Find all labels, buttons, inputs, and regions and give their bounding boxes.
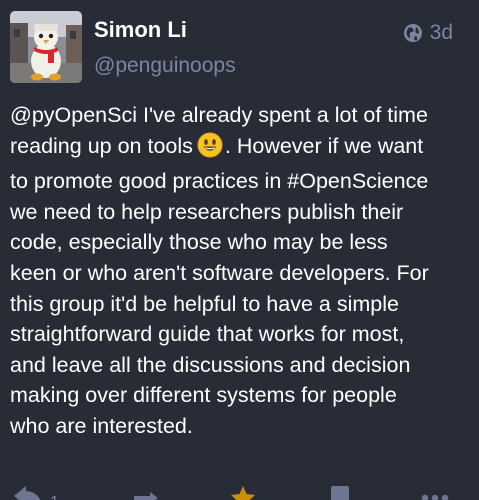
reply-icon xyxy=(14,486,44,500)
content-line: @pyOpenSci I've already spent a lot of t… xyxy=(10,103,428,127)
favourite-button[interactable] xyxy=(229,486,257,500)
content-line: making over different systems for people xyxy=(10,383,397,408)
content-line: we need to help researchers publish thei… xyxy=(10,199,404,224)
username[interactable]: @penguinoops xyxy=(94,54,236,78)
smiley-emoji-icon xyxy=(197,132,223,167)
status-card: Simon Li @penguinoops 3d @pyOpenSci I've… xyxy=(0,0,479,500)
status-meta: 3d xyxy=(403,21,453,45)
more-icon xyxy=(420,486,450,500)
avatar-image xyxy=(10,11,82,83)
content-line: code, especially those who may be less xyxy=(10,230,388,255)
boost-button[interactable] xyxy=(130,486,162,500)
content-line-with-emoji: reading up on tools . However if we want xyxy=(10,131,472,167)
bookmark-button[interactable] xyxy=(329,486,351,500)
display-name[interactable]: Simon Li xyxy=(94,17,187,43)
content-line: keen or who aren't software developers. … xyxy=(10,260,429,285)
globe-icon xyxy=(403,23,423,43)
content-line: who are interested. xyxy=(10,413,193,438)
timestamp[interactable]: 3d xyxy=(430,21,453,45)
content-line: . However if we want xyxy=(224,133,424,158)
star-icon xyxy=(229,486,257,500)
action-bar: 1 xyxy=(0,486,479,500)
reply-count: 1 xyxy=(50,494,59,500)
boost-icon xyxy=(130,486,162,500)
content-line: and leave all the discussions and decisi… xyxy=(10,352,411,377)
bookmark-icon xyxy=(329,486,351,500)
content-line: this group it'd be helpful to have a sim… xyxy=(10,291,399,316)
content-line: reading up on tools xyxy=(10,133,193,158)
content-line: straightforward guide that works for mos… xyxy=(10,322,405,347)
status-content: @pyOpenSci I've already spent a lot of t… xyxy=(10,100,472,442)
reply-button[interactable]: 1 xyxy=(14,486,59,500)
more-button[interactable] xyxy=(420,486,450,500)
content-line: to promote good practices in #OpenScienc… xyxy=(10,169,429,194)
avatar[interactable] xyxy=(10,11,82,83)
